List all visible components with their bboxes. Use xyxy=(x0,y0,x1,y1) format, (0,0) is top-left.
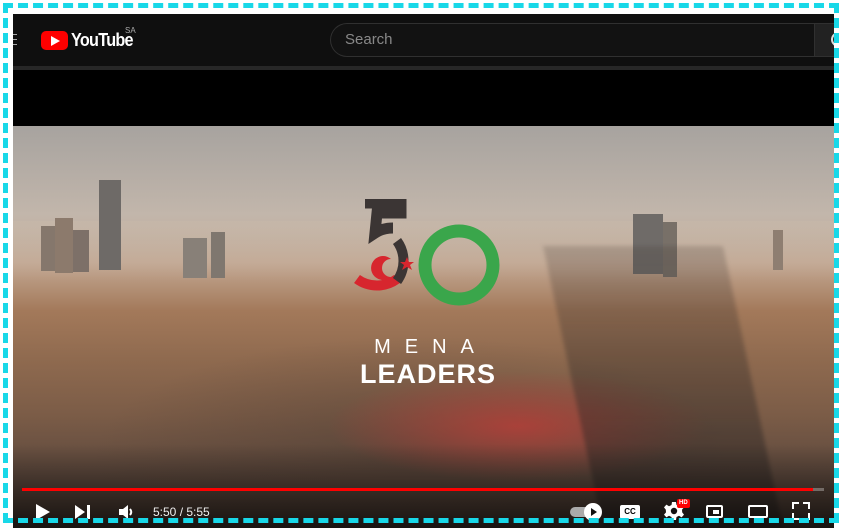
logo-text: YouTube xyxy=(71,29,134,50)
subtitles-cc-icon[interactable]: CC xyxy=(620,505,640,519)
theater-mode-icon[interactable] xyxy=(748,505,768,518)
building xyxy=(211,232,225,278)
building xyxy=(41,226,55,271)
title-line-2: LEADERS xyxy=(359,359,496,389)
fullscreen-icon[interactable] xyxy=(792,502,810,520)
next-icon[interactable] xyxy=(75,504,91,520)
building xyxy=(183,238,207,278)
volume-icon[interactable] xyxy=(117,502,137,522)
menu-icon[interactable] xyxy=(13,34,17,46)
hd-badge: HD xyxy=(677,499,690,508)
search-button[interactable] xyxy=(814,23,834,57)
screenshot: YouTube SA MENA L xyxy=(13,14,834,528)
search-input[interactable] xyxy=(345,31,745,48)
fifty-logo-icon xyxy=(354,199,500,306)
progress-fill xyxy=(22,488,813,491)
tower-left xyxy=(99,180,121,270)
search-icon xyxy=(831,32,834,47)
progress-bar[interactable] xyxy=(22,488,824,491)
time-display: 5:50 / 5:55 xyxy=(153,505,210,519)
search-box[interactable] xyxy=(330,23,814,57)
country-code: SA xyxy=(125,26,136,35)
play-icon[interactable] xyxy=(36,504,50,520)
building xyxy=(73,230,89,272)
miniplayer-icon[interactable] xyxy=(706,505,723,518)
title-line-1: MENA xyxy=(374,336,488,358)
autoplay-toggle[interactable] xyxy=(570,503,602,521)
masthead: YouTube SA xyxy=(13,14,834,70)
autoplay-play-icon xyxy=(584,503,602,521)
youtube-play-logo-icon xyxy=(41,30,68,50)
building xyxy=(773,230,783,270)
building xyxy=(55,218,73,273)
